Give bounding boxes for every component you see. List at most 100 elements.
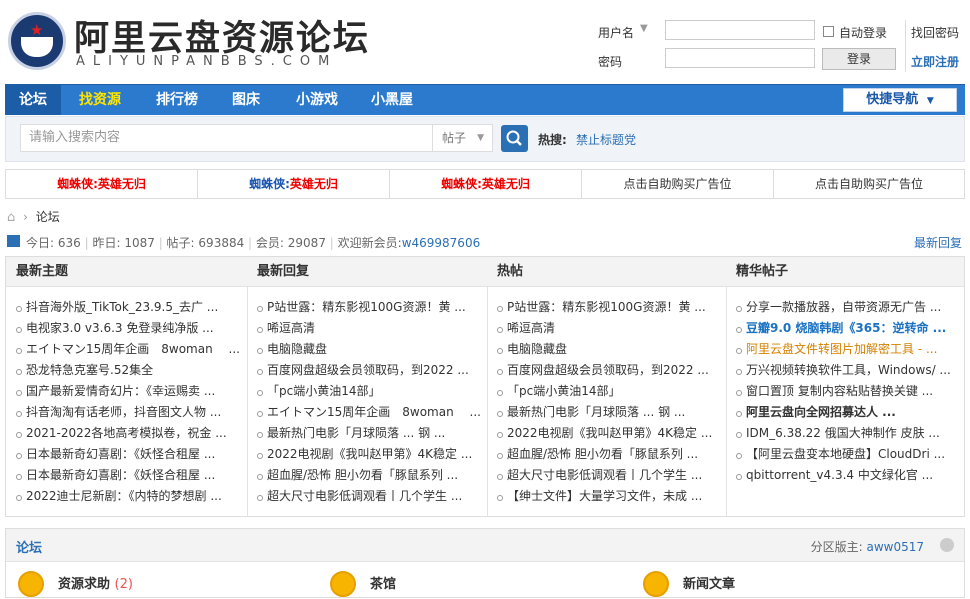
thread-link[interactable]: 万兴视频转换软件工具，Windows/ ...	[736, 360, 951, 381]
password-input[interactable]	[665, 48, 815, 68]
hot-search-label: 热搜:	[538, 133, 567, 147]
thread-link[interactable]: 唏逗高清	[497, 318, 712, 339]
nav-item-ranking[interactable]: 排行榜	[145, 85, 209, 115]
latest-reply-link[interactable]: 最新回复	[914, 234, 962, 251]
search-type-select[interactable]: 帖子 ▼	[432, 124, 493, 152]
thread-link[interactable]: 百度网盘超级会员领取码，到2022 ...	[257, 360, 481, 381]
ad-slot[interactable]: 蜘蛛侠:英雄无归	[6, 170, 198, 198]
ad-slot-buy[interactable]: 点击自助购买广告位	[774, 170, 964, 198]
new-member-link[interactable]: w469987606	[402, 236, 481, 250]
thread-link[interactable]: 【绅士文件】大量学习文件，未成 ...	[497, 486, 712, 507]
thread-link[interactable]: IDM_6.38.22 俄国大神制作 皮肤 ...	[736, 423, 951, 444]
nav-item-find-resources[interactable]: 找资源	[68, 85, 132, 115]
ad-slot[interactable]: 蜘蛛侠:英雄无归	[390, 170, 582, 198]
thread-link[interactable]: 电脑隐藏盘	[257, 339, 481, 360]
stat-members: 29087	[287, 236, 326, 250]
thread-link[interactable]: 百度网盘超级会员领取码，到2022 ...	[497, 360, 712, 381]
search-button[interactable]	[501, 125, 528, 152]
thread-link[interactable]: 超血腥/恐怖 胆小勿看「豚鼠系列 ...	[257, 465, 481, 486]
forum-header: 论坛 分区版主: aww0517	[6, 529, 964, 562]
nav-item-mini-games[interactable]: 小游戏	[285, 85, 349, 115]
chart-icon	[7, 235, 20, 247]
board-name[interactable]: 资源求助	[58, 577, 110, 592]
thread-link[interactable]: 2021-2022各地高考模拟卷，祝金 ...	[16, 423, 240, 444]
site-logo-icon[interactable]: ★	[8, 12, 66, 70]
thread-link[interactable]: 「pc端小黄油14部」	[257, 381, 481, 402]
thread-link[interactable]: 超大尺寸电影低调观看丨几个学生 ...	[257, 486, 481, 507]
ad-slot-buy[interactable]: 点击自助购买广告位	[582, 170, 774, 198]
search-input[interactable]: 请输入搜索内容	[20, 124, 433, 152]
hot-search-link[interactable]: 禁止标题党	[576, 131, 636, 148]
thread-link[interactable]: 抖音海外版_TikTok_23.9.5_去广 ...	[16, 297, 240, 318]
thread-link[interactable]: 恐龙特急克塞号.52集全	[16, 360, 240, 381]
nav-item-forum[interactable]: 论坛	[5, 85, 61, 115]
thread-link[interactable]: 2022电视剧《我叫赵甲第》4K稳定 ...	[497, 423, 712, 444]
board-name[interactable]: 茶馆	[370, 577, 396, 592]
thread-link[interactable]: 电视家3.0 v3.6.3 免登录纯净版 ...	[16, 318, 240, 339]
thread-list: 分享一款播放器，自带资源无广告 ... 豆瓣9.0 烧脑韩剧《365：逆转命 ..…	[736, 297, 951, 486]
register-link[interactable]: 立即注册	[911, 53, 959, 70]
thread-link[interactable]: 窗口置顶 复制内容粘贴替换关键 ...	[736, 381, 951, 402]
thread-link[interactable]: 【阿里云盘变本地硬盘】CloudDri ...	[736, 444, 951, 465]
thread-link[interactable]: エイトマン15周年企画 8woman ...	[16, 339, 240, 360]
login-button[interactable]: 登录	[822, 48, 896, 70]
thread-link[interactable]: 2022电视剧《我叫赵甲第》4K稳定 ...	[257, 444, 481, 465]
thread-link[interactable]: 超大尺寸电影低调观看丨几个学生 ...	[497, 465, 712, 486]
chevron-down-icon[interactable]: ▼	[640, 23, 648, 34]
board-icon	[643, 571, 669, 597]
auto-login-checkbox[interactable]	[823, 26, 834, 37]
thread-link[interactable]: エイトマン15周年企画 8woman ...	[257, 402, 481, 423]
breadcrumb: ⌂ › 论坛	[7, 208, 60, 225]
stats-text: 今日: 636 | 昨日: 1087 | 帖子: 693884 | 会员: 29…	[26, 236, 481, 250]
auto-login-label[interactable]: 自动登录	[839, 24, 887, 41]
forum-section-title[interactable]: 论坛	[16, 537, 42, 556]
thread-link[interactable]: P站世露：精东影视100G资源！黄 ...	[257, 297, 481, 318]
nav-item-image-host[interactable]: 图床	[221, 85, 271, 115]
quick-nav-label: 快捷导航	[866, 92, 919, 107]
search-bar: 请输入搜索内容 帖子 ▼ 热搜: 禁止标题党	[5, 116, 965, 162]
collapse-icon[interactable]	[940, 538, 954, 552]
thread-link[interactable]: 阿里云盘文件转图片加解密工具 - ...	[736, 339, 951, 360]
thread-link[interactable]: 「pc端小黄油14部」	[497, 381, 712, 402]
thread-link[interactable]: qbittorrent_v4.3.4 中文绿化官 ...	[736, 465, 951, 486]
stat-posts: 693884	[198, 236, 245, 250]
ad-slot[interactable]: 蜘蛛侠:英雄无归	[198, 170, 390, 198]
column-featured-posts: 精华帖子 分享一款播放器，自带资源无广告 ... 豆瓣9.0 烧脑韩剧《365：逆…	[726, 257, 964, 516]
thread-link[interactable]: 最新热门电影「月球陨落 ... 钢 ...	[257, 423, 481, 444]
thread-list: 抖音海外版_TikTok_23.9.5_去广 ... 电视家3.0 v3.6.3 …	[16, 297, 240, 507]
nav-item-blacklist[interactable]: 小黑屋	[360, 85, 424, 115]
thread-link[interactable]: 超血腥/恐怖 胆小勿看「豚鼠系列 ...	[497, 444, 712, 465]
password-label: 密码	[598, 55, 623, 69]
board-name[interactable]: 新闻文章	[683, 577, 735, 592]
thread-link[interactable]: 唏逗高清	[257, 318, 481, 339]
thread-link[interactable]: 分享一款播放器，自带资源无广告 ...	[736, 297, 951, 318]
thread-link[interactable]: P站世露：精东影视100G资源！黄 ...	[497, 297, 712, 318]
column-title: 最新回复	[247, 257, 487, 287]
search-type-label: 帖子	[442, 131, 467, 145]
ad-text: 英雄无归	[481, 177, 530, 191]
username-label[interactable]: 用户名	[598, 24, 634, 41]
thread-list: P站世露：精东影视100G资源！黄 ... 唏逗高清 电脑隐藏盘 百度网盘超级会员领取…	[257, 297, 481, 507]
thread-link[interactable]: 抖音淘淘有话老师，抖音图文人物 ...	[16, 402, 240, 423]
forum-section: 论坛 分区版主: aww0517 资源求助 (2) 茶馆 新闻文章	[5, 528, 965, 598]
thread-link[interactable]: 最新热门电影「月球陨落 ... 钢 ...	[497, 402, 712, 423]
ad-text: 英雄无归	[289, 177, 338, 191]
thread-link[interactable]: 豆瓣9.0 烧脑韩剧《365：逆转命 ...	[736, 318, 951, 339]
caret-down-icon: ▼	[926, 96, 934, 106]
thread-link[interactable]: 2022迪士尼新剧：《内特的梦想剧 ...	[16, 486, 240, 507]
moderator-link[interactable]: aww0517	[866, 540, 924, 554]
thread-link[interactable]: 日本最新奇幻喜剧：《妖怪合租屋 ...	[16, 444, 240, 465]
breadcrumb-current[interactable]: 论坛	[36, 210, 60, 224]
forgot-password-link[interactable]: 找回密码	[911, 24, 959, 41]
board-icon	[330, 571, 356, 597]
thread-link[interactable]: 电脑隐藏盘	[497, 339, 712, 360]
thread-link[interactable]: 日本最新奇幻喜剧：《妖怪合租屋 ...	[16, 465, 240, 486]
thread-list: P站世露：精东影视100G资源！黄 ... 唏逗高清 电脑隐藏盘 百度网盘超级会员领取…	[497, 297, 712, 507]
thread-link[interactable]: 阿里云盘向全网招募达人 ...	[736, 402, 951, 423]
portal-blocks: 最新主题 抖音海外版_TikTok_23.9.5_去广 ... 电视家3.0 v3…	[5, 256, 965, 517]
quick-nav-button[interactable]: 快捷导航 ▼	[843, 88, 957, 112]
username-input[interactable]	[665, 20, 815, 40]
thread-link[interactable]: 国产最新爱情奇幻片：《幸运赐卖 ...	[16, 381, 240, 402]
forum-moderator: 分区版主: aww0517	[810, 540, 924, 554]
home-icon[interactable]: ⌂	[7, 210, 15, 225]
